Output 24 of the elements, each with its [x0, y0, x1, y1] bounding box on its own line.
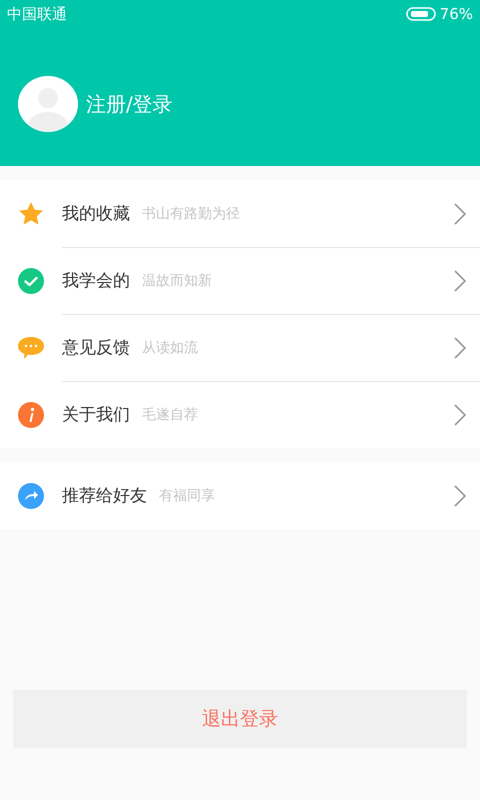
chevron-right-icon — [454, 404, 466, 426]
menu-item-title[interactable]: 我的收藏 — [62, 202, 130, 225]
avatar-icon[interactable] — [18, 76, 78, 132]
menu-item-title[interactable]: 关于我们 — [62, 403, 130, 426]
menu-item-title[interactable]: 推荐给好友 — [62, 484, 147, 507]
carrier-name: 中国联通 — [7, 4, 67, 24]
battery-percent: 76% — [440, 5, 473, 23]
check-icon — [18, 268, 44, 294]
chevron-right-icon — [454, 484, 466, 506]
info-icon — [18, 402, 44, 428]
chevron-right-icon — [454, 202, 466, 224]
chat-bubble-icon — [18, 334, 44, 360]
menu-item-title[interactable]: 我学会的 — [62, 269, 130, 292]
chevron-right-icon — [454, 336, 466, 358]
share-icon — [18, 482, 44, 508]
menu-item-subtitle: 书山有路勤为径 — [142, 204, 241, 222]
chevron-right-icon — [454, 270, 466, 292]
battery-icon — [406, 7, 436, 21]
menu-item-subtitle: 有福同享 — [159, 486, 216, 504]
menu-item-subtitle: 毛遂自荐 — [142, 406, 199, 424]
menu-item-subtitle: 从读如流 — [142, 338, 199, 356]
star-icon — [18, 200, 44, 226]
menu-item-subtitle: 温故而知新 — [142, 272, 213, 290]
menu-item-title[interactable]: 意见反馈 — [62, 336, 130, 359]
